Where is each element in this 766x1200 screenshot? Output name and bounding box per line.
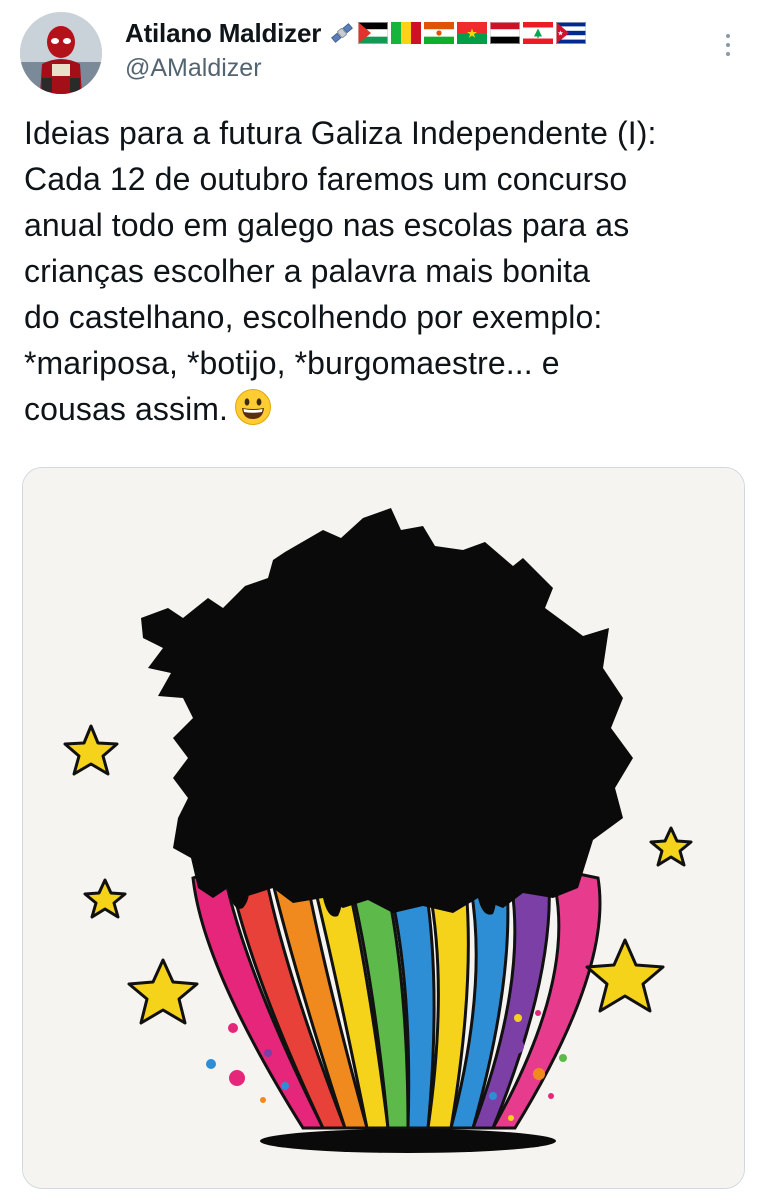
palestine-flag-icon bbox=[358, 22, 389, 44]
tweet-line-last: cousas assim. bbox=[24, 386, 754, 432]
tweet-line: cousas assim. bbox=[24, 391, 229, 427]
name-row: Atilano Maldizer bbox=[125, 16, 705, 50]
display-name[interactable]: Atilano Maldizer bbox=[125, 16, 321, 50]
cuba-flag-icon bbox=[556, 22, 587, 44]
tweet-line: anual todo em galego nas escolas para as bbox=[24, 207, 630, 243]
tweet-text: Ideias para a futura Galiza Independente… bbox=[24, 110, 754, 432]
more-options-icon bbox=[726, 34, 730, 38]
lebanon-flag-icon bbox=[523, 22, 554, 44]
tweet-line: do castelhano, escolhendo por exemplo: bbox=[24, 299, 603, 335]
tweet-header: Atilano Maldizer @AMaldizer bbox=[125, 16, 705, 84]
galicia-map-rainbow-illustration bbox=[23, 468, 744, 1188]
tweet-line: Ideias para a futura Galiza Independente… bbox=[24, 115, 657, 151]
tweet-media-image[interactable] bbox=[22, 467, 745, 1189]
niger-flag-icon bbox=[424, 22, 455, 44]
tweet-line: Cada 12 de outubro faremos um concurso bbox=[24, 161, 628, 197]
user-handle[interactable]: @AMaldizer bbox=[125, 52, 705, 84]
satellite-icon bbox=[331, 23, 354, 43]
avatar[interactable] bbox=[20, 12, 102, 94]
profile-badges bbox=[329, 20, 587, 46]
tweet-line: *mariposa, *botijo, *burgomaestre... e bbox=[24, 345, 560, 381]
grinning-face-icon bbox=[235, 389, 272, 425]
mali-flag-icon bbox=[391, 22, 422, 44]
yemen-flag-icon bbox=[490, 22, 521, 44]
deadpool-avatar-icon bbox=[20, 12, 102, 94]
more-options-button[interactable] bbox=[718, 30, 738, 60]
tweet-line: crianças escolher a palavra mais bonita bbox=[24, 253, 590, 289]
burkina-faso-flag-icon bbox=[457, 22, 488, 44]
